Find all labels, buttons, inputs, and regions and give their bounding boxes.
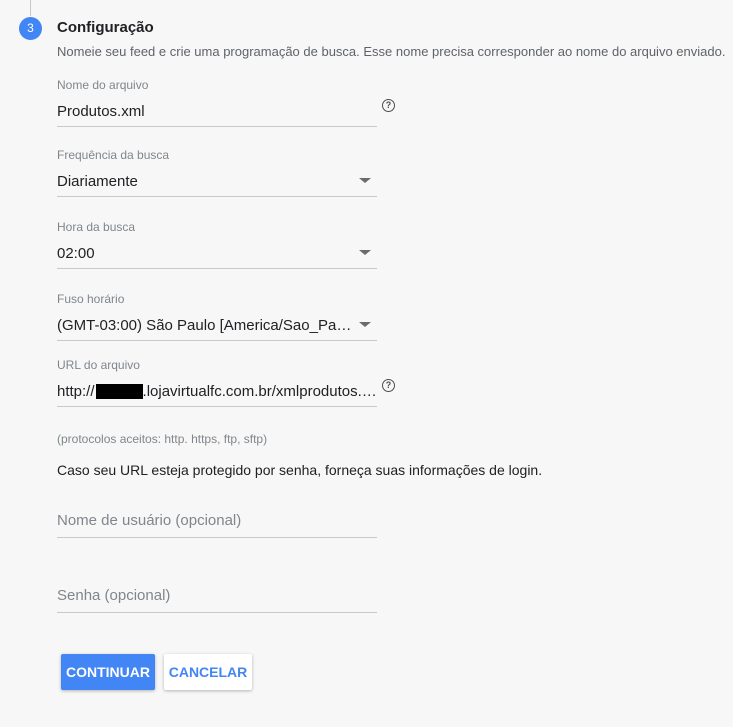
username-input[interactable]: Nome de usuário (opcional) (57, 510, 377, 538)
username-underline (57, 537, 377, 538)
login-note: Caso seu URL esteja protegido por senha,… (57, 462, 543, 478)
step-number-badge: 3 (19, 17, 42, 40)
password-placeholder: Senha (opcional) (57, 587, 171, 604)
password-input[interactable]: Senha (opcional) (57, 585, 377, 613)
url-field[interactable]: URL do arquivo http:// .lojavirtualfc.com… (57, 358, 377, 407)
filename-field[interactable]: Nome do arquivo Produtos.xml (57, 78, 377, 127)
step-description: Nomeie seu feed e crie uma programação d… (57, 44, 726, 59)
frequency-label: Frequência da busca (57, 148, 170, 162)
timezone-select[interactable]: Fuso horário (GMT-03:00) São Paulo [Amer… (57, 292, 377, 341)
protocols-hint: (protocolos aceitos: http. https, ftp, s… (57, 432, 268, 446)
password-underline (57, 612, 377, 613)
step-title: Configuração (57, 19, 154, 36)
url-input[interactable]: http:// .lojavirtualfc.com.br/xmlprodutos… (57, 381, 377, 403)
filename-underline (57, 126, 377, 127)
timezone-value[interactable]: (GMT-03:00) São Paulo [America/Sao_Paulo… (57, 315, 377, 337)
dropdown-caret-icon[interactable] (359, 250, 371, 255)
help-circle-icon[interactable]: ? (382, 99, 395, 112)
dropdown-caret-icon[interactable] (359, 322, 371, 327)
redacted-block (95, 383, 143, 399)
time-underline (57, 268, 377, 269)
dropdown-caret-icon[interactable] (359, 178, 371, 183)
frequency-value[interactable]: Diariamente (57, 171, 377, 193)
continue-button[interactable]: CONTINUAR (61, 654, 155, 690)
url-underline (57, 406, 377, 407)
time-value[interactable]: 02:00 (57, 243, 377, 265)
username-placeholder: Nome de usuário (opcional) (57, 512, 242, 529)
frequency-select[interactable]: Frequência da busca Diariamente (57, 148, 377, 197)
timezone-underline (57, 340, 377, 341)
frequency-underline (57, 196, 377, 197)
step-connector-line (30, 0, 31, 16)
url-prefix: http:// (57, 383, 95, 400)
timezone-label: Fuso horário (57, 292, 125, 306)
help-circle-icon[interactable]: ? (382, 379, 395, 392)
filename-label: Nome do arquivo (57, 78, 149, 92)
url-label: URL do arquivo (57, 358, 140, 372)
url-suffix: .lojavirtualfc.com.br/xmlprodutos.asp (142, 383, 377, 400)
time-select[interactable]: Hora da busca 02:00 (57, 220, 377, 269)
time-label: Hora da busca (57, 220, 136, 234)
cancel-button[interactable]: CANCELAR (164, 654, 252, 690)
filename-input[interactable]: Produtos.xml (57, 101, 377, 123)
